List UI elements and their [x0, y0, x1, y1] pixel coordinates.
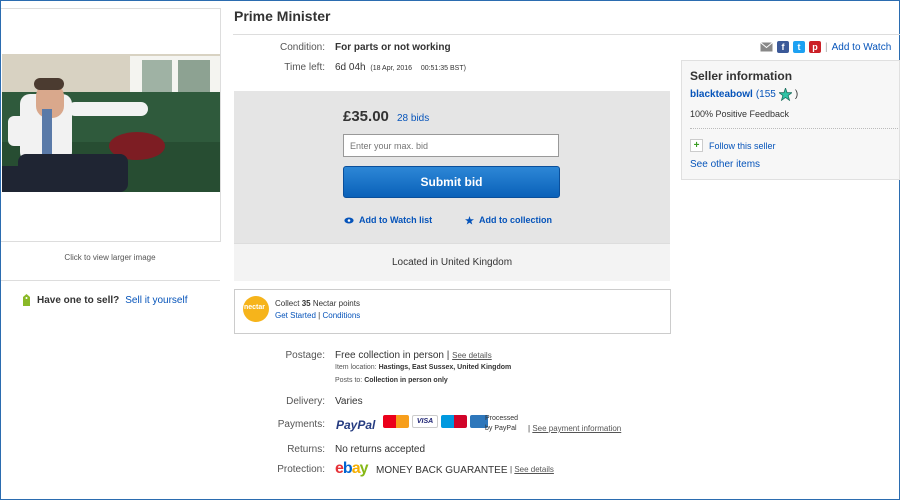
time-left-label: Time left:	[284, 62, 325, 73]
ebay-logo-a: a	[351, 460, 361, 477]
payments-label: Payments:	[277, 419, 325, 430]
time-left-duration: 6d 04h	[335, 62, 366, 73]
protection-link-row: | See details	[510, 465, 554, 474]
nectar-separator: |	[318, 311, 321, 320]
posts-to: Posts to: Collection in person only	[335, 377, 448, 384]
have-one-to-sell-label: Have one to sell?	[37, 294, 120, 306]
nectar-collect-suffix: Nectar points	[312, 299, 360, 308]
nectar-conditions-link[interactable]: Conditions	[322, 311, 360, 320]
postage-value: Free collection in person	[335, 350, 444, 361]
feedback-star-icon	[778, 88, 792, 101]
share-toolbar: f t p | Add to Watch	[760, 41, 891, 53]
add-to-watch-list-button[interactable]: Add to Watch list	[344, 215, 432, 225]
time-left-value: 6d 04h (18 Apr, 2016 00:51:35 BST)	[335, 62, 466, 73]
delivery-label: Delivery:	[286, 396, 325, 407]
protection-separator: |	[510, 465, 513, 474]
current-price: £35.00	[343, 108, 389, 125]
facebook-icon[interactable]: f	[777, 41, 789, 53]
add-to-collection-button[interactable]: Add to collection	[465, 215, 552, 225]
paypal-logo-text: PayPal	[336, 418, 376, 432]
payment-info-row: | See payment information	[528, 424, 621, 433]
nectar-collect: Collect 35 Nectar points	[275, 298, 360, 310]
postage-separator: |	[446, 350, 450, 361]
item-location-text: Located in United Kingdom	[391, 257, 513, 268]
item-title: Prime Minister	[234, 8, 331, 24]
payments-separator: |	[528, 424, 531, 433]
paypal-logo: PayPal	[336, 418, 375, 432]
protection-see-details-link[interactable]: See details	[514, 465, 554, 474]
processed-line-2: by PayPal	[485, 425, 517, 432]
condition-value: For parts or not working	[335, 42, 451, 53]
nectar-points: 35	[301, 299, 311, 308]
follow-seller-label: Follow this seller	[709, 140, 776, 151]
item-location-banner: Located in United Kingdom	[234, 243, 670, 281]
postage-row: Free collection in person | See details	[335, 350, 492, 361]
seller-name-link[interactable]: blackteabowl	[690, 89, 753, 100]
item-location: Item location: Hastings, East Sussex, Un…	[335, 364, 511, 371]
twitter-icon[interactable]: t	[793, 41, 805, 53]
time-left-time: 00:51:35 BST)	[420, 65, 466, 72]
seller-name-row: blackteabowl (155 )	[690, 88, 798, 101]
processed-by-paypal: Processed by PayPal	[485, 414, 518, 434]
condition-label: Condition:	[279, 42, 325, 53]
ebay-logo-y: y	[359, 460, 369, 477]
visa-icon: VISA	[412, 415, 438, 428]
posts-to-label: Posts to:	[335, 377, 363, 384]
star-icon	[465, 215, 474, 225]
nectar-get-started-link[interactable]: Get Started	[275, 311, 316, 320]
posts-to-value: Collection in person only	[364, 377, 448, 384]
seller-score-close: )	[794, 89, 799, 100]
returns-value: No returns accepted	[335, 444, 426, 455]
ebay-logo: ebay	[335, 460, 368, 478]
add-to-collection-label: Add to collection	[479, 215, 552, 225]
eye-icon	[344, 217, 354, 223]
delivery-value: Varies	[335, 396, 363, 407]
price-tag-icon	[23, 294, 30, 306]
time-left-date: (18 Apr, 2016	[370, 65, 413, 72]
item-location-value: Hastings, East Sussex, United Kingdom	[378, 364, 512, 371]
ebay-logo-b: b	[342, 460, 353, 477]
seller-divider	[690, 128, 898, 130]
email-icon[interactable]	[760, 42, 773, 52]
add-to-watch-link[interactable]: Add to Watch	[832, 42, 892, 53]
processed-line-1: Processed	[485, 415, 519, 422]
have-one-to-sell: Have one to sell? Sell it yourself	[22, 294, 188, 306]
see-other-items-link[interactable]: See other items	[690, 159, 760, 170]
card-logos: VISA	[383, 415, 488, 428]
nectar-logo: nectar	[243, 296, 269, 322]
follow-seller-button[interactable]: + Follow this seller	[690, 139, 776, 152]
add-to-watch-list-label: Add to Watch list	[359, 215, 433, 225]
view-larger-label[interactable]: Click to view larger image	[0, 253, 220, 262]
maestro-icon	[441, 415, 467, 428]
see-payment-information-link[interactable]: See payment information	[532, 424, 621, 433]
seller-feedback: 100% Positive Feedback	[690, 109, 790, 119]
title-divider	[233, 34, 900, 35]
protection-label: Protection:	[277, 464, 325, 475]
money-back-guarantee: MONEY BACK GUARANTEE	[376, 465, 508, 476]
nectar-text: Collect 35 Nectar points Get Started | C…	[275, 298, 360, 322]
ebay-logo-e: e	[335, 460, 344, 477]
seller-score-link[interactable]: (155	[756, 89, 776, 100]
pinterest-icon[interactable]: p	[809, 41, 821, 53]
seller-info-heading: Seller information	[690, 69, 793, 83]
plus-icon: +	[690, 139, 703, 152]
divider	[1, 280, 220, 281]
submit-bid-button[interactable]: Submit bid	[343, 166, 560, 198]
mastercard-icon	[383, 415, 409, 428]
nectar-logo-text: nectar	[244, 304, 266, 311]
max-bid-input[interactable]	[343, 134, 559, 157]
sell-it-yourself-link[interactable]: Sell it yourself	[125, 295, 187, 306]
share-separator: |	[825, 41, 828, 53]
bid-count-link[interactable]: 28 bids	[397, 113, 429, 124]
returns-label: Returns:	[287, 444, 325, 455]
postage-label: Postage:	[285, 350, 325, 361]
postage-see-details-link[interactable]: See details	[452, 351, 492, 360]
nectar-collect-prefix: Collect	[275, 299, 300, 308]
item-location-label: Item location:	[335, 364, 377, 371]
item-photo[interactable]	[2, 54, 220, 192]
